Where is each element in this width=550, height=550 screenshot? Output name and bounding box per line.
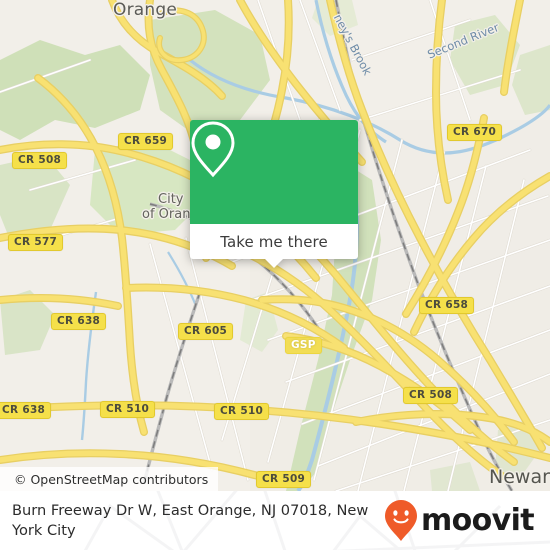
moovit-wordmark: moovit [420, 502, 535, 538]
route-shield-cr-577[interactable]: CR 577 [8, 234, 64, 251]
footer-content: Burn Freeway Dr W, East Orange, NJ 07018… [0, 491, 550, 550]
moovit-pin-smiley-icon [384, 499, 417, 541]
route-shield-cr-508-nw[interactable]: CR 508 [12, 152, 68, 169]
route-shield-cr-659[interactable]: CR 659 [118, 133, 174, 150]
route-shield-cr-658[interactable]: CR 658 [419, 297, 475, 314]
destination-popup-card[interactable]: Take me there [190, 120, 358, 268]
address-text: Burn Freeway Dr W, East Orange, NJ 07018… [12, 501, 369, 539]
route-shield-cr-509[interactable]: CR 509 [256, 471, 312, 488]
route-shield-cr-670[interactable]: CR 670 [447, 124, 503, 141]
route-shield-cr-510-e[interactable]: CR 510 [214, 403, 270, 420]
moovit-logo[interactable]: moovit [383, 499, 540, 543]
popup-header [190, 120, 358, 224]
route-shield-cr-638-sw[interactable]: CR 638 [0, 402, 52, 419]
osm-attribution[interactable]: © OpenStreetMap contributors [0, 467, 219, 491]
osm-attribution-text: © OpenStreetMap contributors [14, 471, 209, 487]
popup-tail [265, 259, 283, 268]
route-shield-cr-510-w[interactable]: CR 510 [100, 401, 156, 418]
moovit-map-screen: .park { fill: #cfe0b8; } .park2 { fill: … [0, 0, 550, 550]
map-pin-icon [191, 121, 235, 178]
route-shield-cr-605[interactable]: CR 605 [178, 323, 234, 340]
map-canvas[interactable]: .park { fill: #cfe0b8; } .park2 { fill: … [0, 0, 550, 491]
route-shield-cr-508-se[interactable]: CR 508 [403, 387, 459, 404]
route-shield-cr-638-n[interactable]: CR 638 [51, 313, 107, 330]
footer-bar: Burn Freeway Dr W, East Orange, NJ 07018… [0, 491, 550, 550]
take-me-there-button[interactable]: Take me there [190, 224, 358, 259]
route-shield-gsp[interactable]: GSP [285, 337, 322, 354]
